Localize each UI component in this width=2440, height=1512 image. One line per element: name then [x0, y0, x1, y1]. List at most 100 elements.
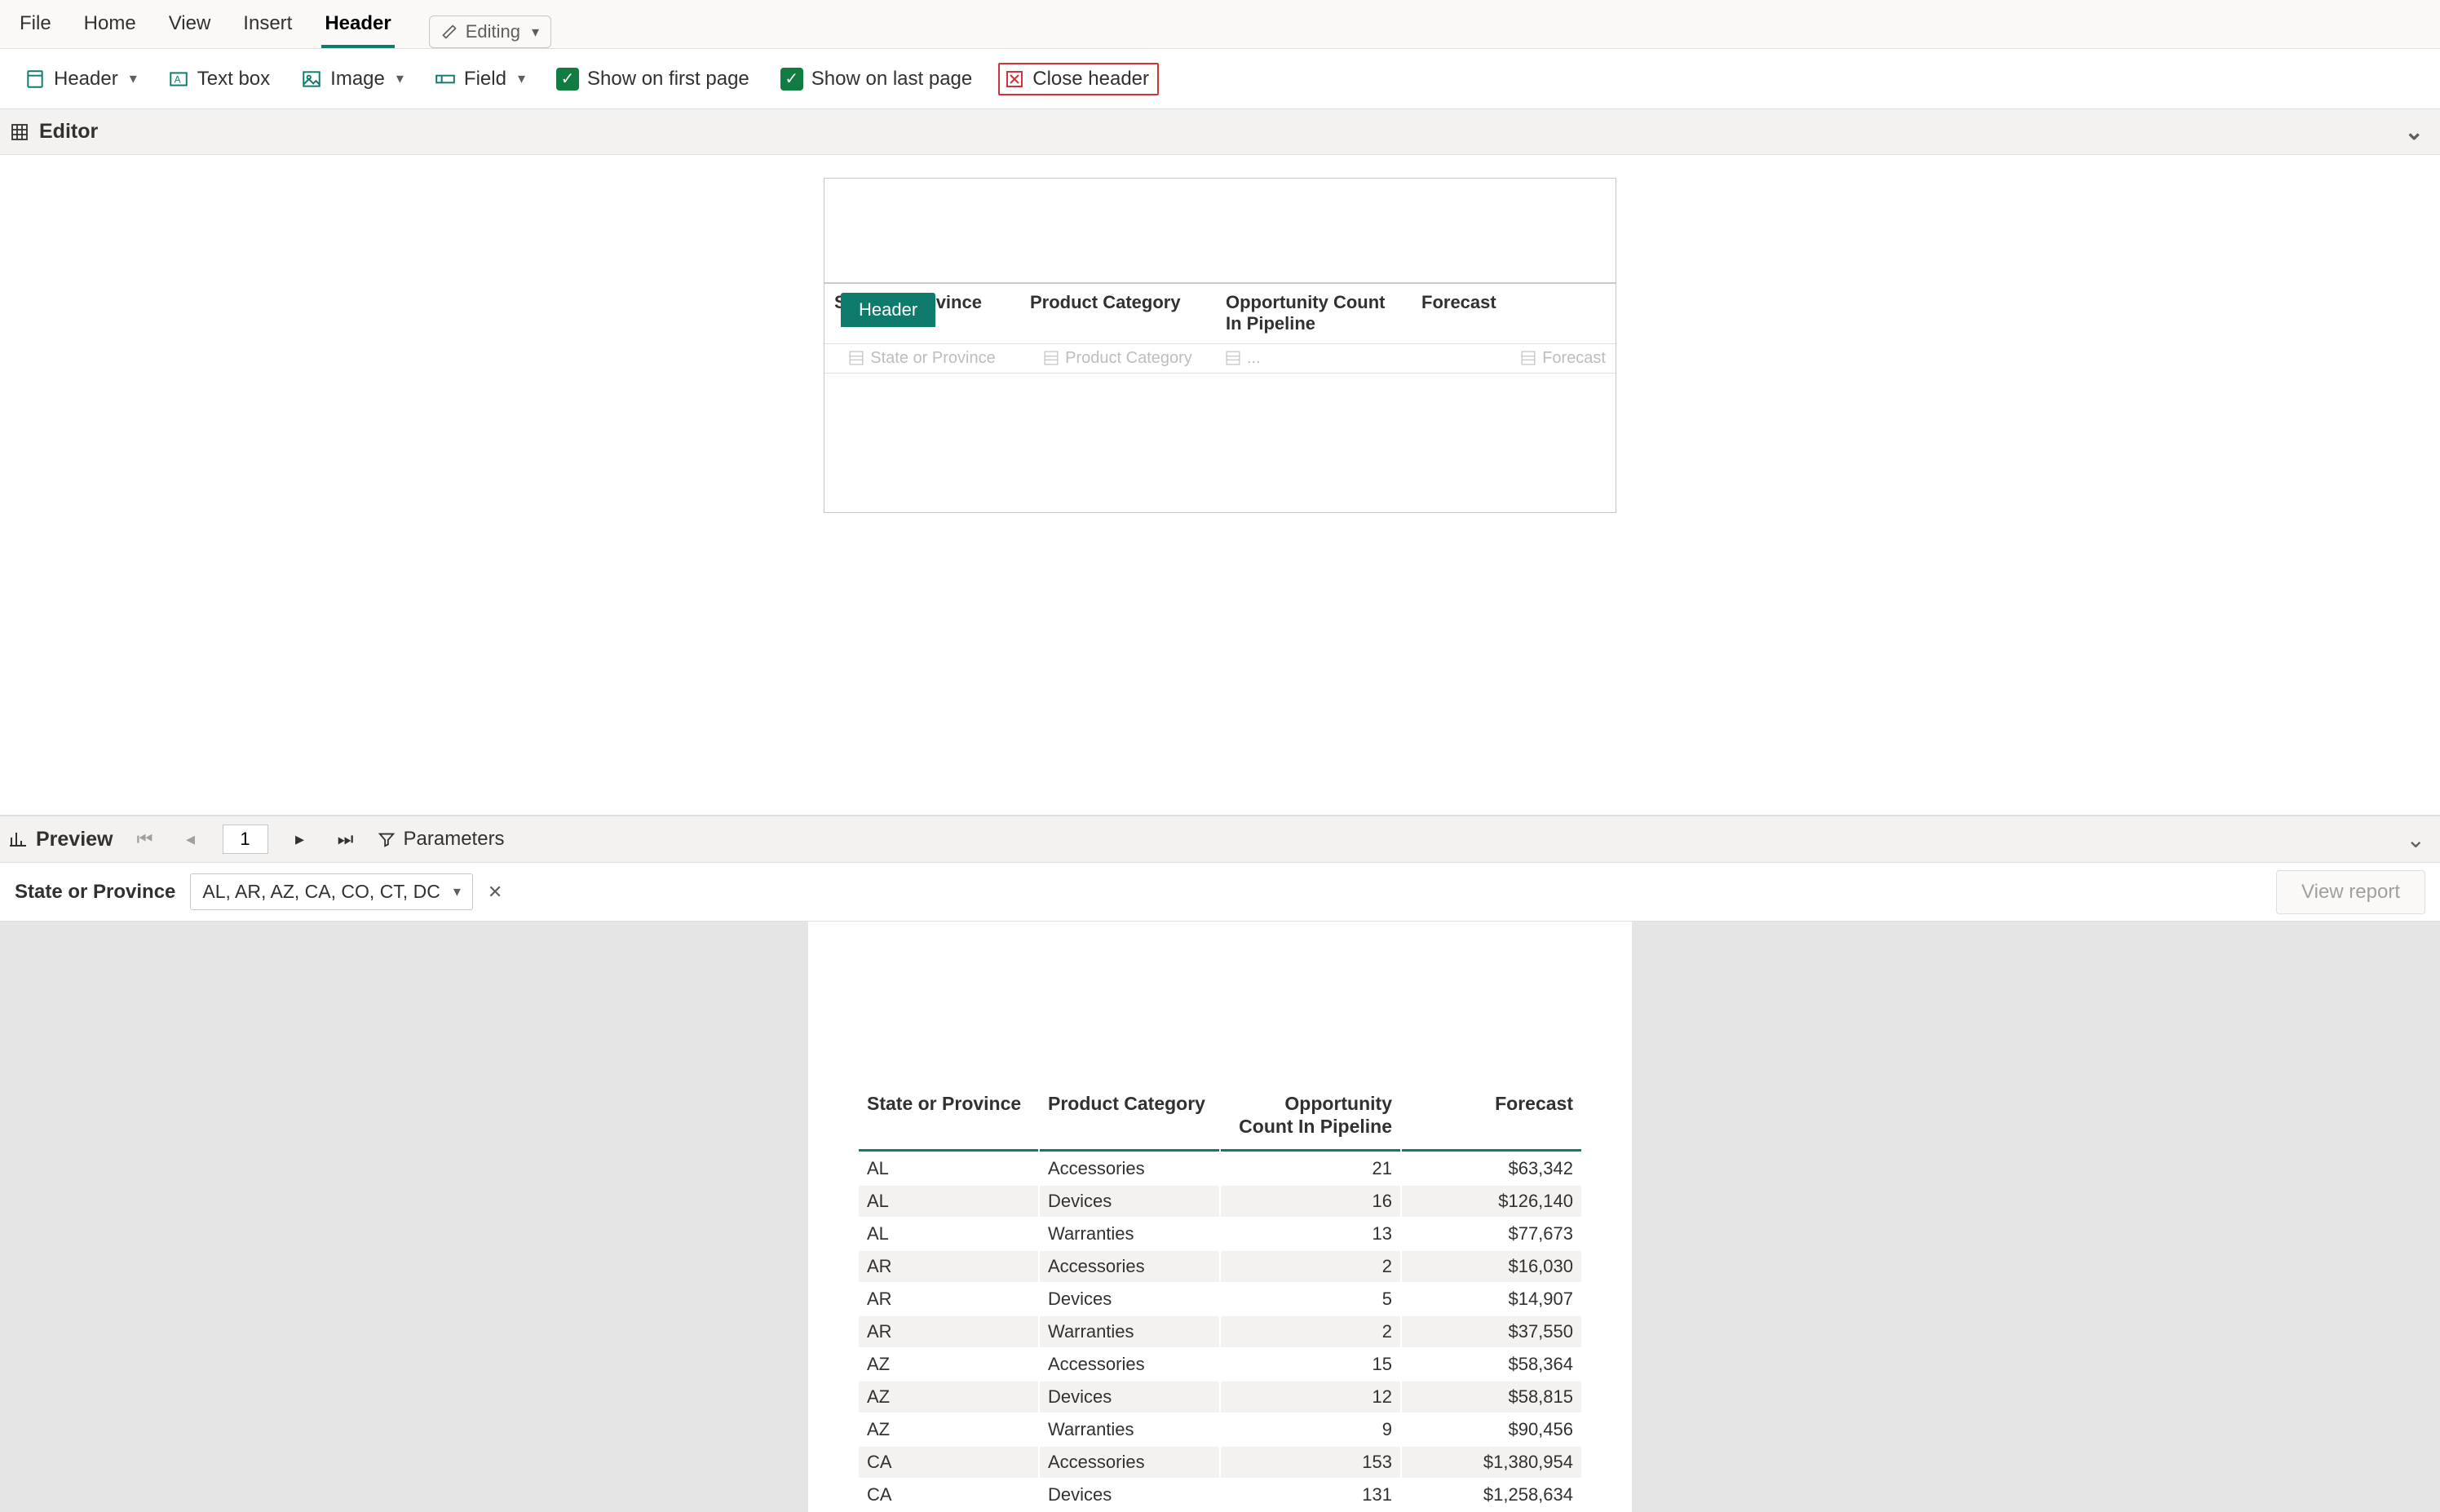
parameters-button[interactable]: Parameters: [378, 828, 505, 851]
editor-canvas[interactable]: Header State or Province Product Categor…: [0, 155, 2440, 816]
table-cell: Warranties: [1040, 1218, 1219, 1249]
table-row: ARAccessories2$16,030: [859, 1251, 1581, 1282]
textbox-button[interactable]: A Text box: [163, 63, 275, 95]
close-header-icon: [1005, 69, 1024, 89]
table-cell: 12: [1221, 1382, 1400, 1413]
chevron-down-icon: ▾: [396, 70, 404, 87]
show-last-label: Show on last page: [811, 68, 972, 91]
design-body-region[interactable]: [824, 374, 1616, 512]
header-btn-label: Header: [54, 68, 118, 91]
table-cell: 2: [1221, 1316, 1400, 1347]
header-icon: [24, 69, 46, 90]
pencil-icon: [441, 24, 458, 40]
col-header[interactable]: Product Category: [1020, 284, 1216, 343]
check-icon: ✓: [556, 68, 579, 91]
field-icon: [435, 69, 456, 90]
design-page[interactable]: Header State or Province Product Categor…: [824, 178, 1616, 513]
table-cell: $63,342: [1402, 1153, 1581, 1184]
binding-cell[interactable]: Forecast: [1412, 344, 1616, 373]
col-header[interactable]: Opportunity Count In Pipeline: [1216, 284, 1412, 343]
table-cell: $126,140: [1402, 1186, 1581, 1217]
image-icon: [301, 69, 322, 90]
table-row: ARWarranties2$37,550: [859, 1316, 1581, 1347]
header-insert-button[interactable]: Header ▾: [20, 63, 142, 95]
parameter-label: State or Province: [15, 881, 175, 904]
col-header: Opportunity Count In Pipeline: [1221, 1086, 1400, 1152]
view-report-button[interactable]: View report: [2276, 870, 2425, 914]
tab-insert[interactable]: Insert: [240, 1, 295, 48]
design-table[interactable]: State or Province Product Category Oppor…: [824, 283, 1616, 374]
ribbon: Header ▾ A Text box Image ▾ Field ▾ ✓ Sh…: [0, 49, 2440, 109]
table-cell: 5: [1221, 1284, 1400, 1315]
show-first-label: Show on first page: [587, 68, 749, 91]
design-table-binding-row[interactable]: State or Province Product Category ... F…: [824, 343, 1616, 374]
table-row: ARDevices5$14,907: [859, 1284, 1581, 1315]
nav-prev-button[interactable]: ◂: [177, 829, 205, 850]
col-header[interactable]: Forecast: [1412, 284, 1616, 343]
table-cell: AL: [859, 1186, 1038, 1217]
table-row: ALWarranties13$77,673: [859, 1218, 1581, 1249]
binding-cell[interactable]: Product Category: [1020, 344, 1216, 373]
filter-icon: [378, 830, 396, 848]
field-button[interactable]: Field ▾: [430, 63, 530, 95]
tab-header[interactable]: Header: [321, 1, 394, 48]
tab-home[interactable]: Home: [81, 1, 139, 48]
parameters-label: Parameters: [404, 828, 505, 851]
show-first-page-toggle[interactable]: ✓ Show on first page: [551, 63, 754, 95]
preview-collapse-icon[interactable]: ⌄: [2407, 826, 2432, 853]
col-header: Product Category: [1040, 1086, 1219, 1152]
table-row: CAAccessories153$1,380,954: [859, 1447, 1581, 1478]
preview-pane-title: Preview: [8, 828, 113, 851]
table-cell: AZ: [859, 1349, 1038, 1380]
parameter-value: AL, AR, AZ, CA, CO, CT, DC: [202, 881, 440, 903]
table-cell: $77,673: [1402, 1218, 1581, 1249]
parameter-select[interactable]: AL, AR, AZ, CA, CO, CT, DC ▾: [190, 873, 472, 910]
table-cell: AR: [859, 1251, 1038, 1282]
table-cell: Warranties: [1040, 1316, 1219, 1347]
table-row: AZAccessories15$58,364: [859, 1349, 1581, 1380]
preview-canvas[interactable]: State or Province Product Category Oppor…: [0, 922, 2440, 1512]
editor-grid-icon: [10, 122, 29, 142]
table-cell: AR: [859, 1316, 1038, 1347]
report-header-region[interactable]: [824, 179, 1616, 283]
image-button[interactable]: Image ▾: [296, 63, 409, 95]
table-cell: 15: [1221, 1349, 1400, 1380]
table-row: AZWarranties9$90,456: [859, 1414, 1581, 1445]
preview-table: State or Province Product Category Oppor…: [857, 1085, 1583, 1512]
menu-tabs: File Home View Insert Header Editing ▾: [0, 0, 2440, 49]
table-cell: $16,030: [1402, 1251, 1581, 1282]
pane-collapse-icon[interactable]: ⌄: [2405, 118, 2430, 145]
table-cell: Devices: [1040, 1479, 1219, 1510]
table-cell: CA: [859, 1447, 1038, 1478]
parameter-clear-button[interactable]: ✕: [488, 882, 502, 903]
table-cell: Accessories: [1040, 1251, 1219, 1282]
table-cell: 9: [1221, 1414, 1400, 1445]
preview-page: State or Province Product Category Oppor…: [808, 922, 1632, 1512]
table-cell: 13: [1221, 1218, 1400, 1249]
nav-first-button[interactable]: ⏮: [131, 829, 159, 850]
close-header-button[interactable]: Close header: [998, 63, 1159, 95]
table-cell: AL: [859, 1218, 1038, 1249]
chevron-down-icon: ▾: [453, 883, 461, 900]
binding-cell[interactable]: ...: [1216, 344, 1412, 373]
mode-editing-button[interactable]: Editing ▾: [429, 15, 551, 48]
image-btn-label: Image: [330, 68, 385, 91]
table-cell: AZ: [859, 1414, 1038, 1445]
nav-next-button[interactable]: ▸: [286, 829, 314, 850]
nav-last-button[interactable]: ⏭: [332, 829, 360, 850]
mode-label: Editing: [466, 21, 520, 42]
table-cell: 153: [1221, 1447, 1400, 1478]
close-header-label: Close header: [1032, 68, 1149, 91]
col-header: State or Province: [859, 1086, 1038, 1152]
header-region-tag[interactable]: Header: [841, 293, 935, 327]
tab-view[interactable]: View: [166, 1, 214, 48]
chevron-down-icon: ▾: [518, 70, 525, 87]
table-cell: AL: [859, 1153, 1038, 1184]
design-table-header-row[interactable]: State or Province Product Category Oppor…: [824, 284, 1616, 343]
editor-pane-header: Editor ⌄: [0, 109, 2440, 155]
table-cell: Accessories: [1040, 1349, 1219, 1380]
binding-cell[interactable]: State or Province: [824, 344, 1020, 373]
show-last-page-toggle[interactable]: ✓ Show on last page: [776, 63, 977, 95]
tab-file[interactable]: File: [16, 1, 55, 48]
page-number-input[interactable]: [223, 825, 268, 854]
